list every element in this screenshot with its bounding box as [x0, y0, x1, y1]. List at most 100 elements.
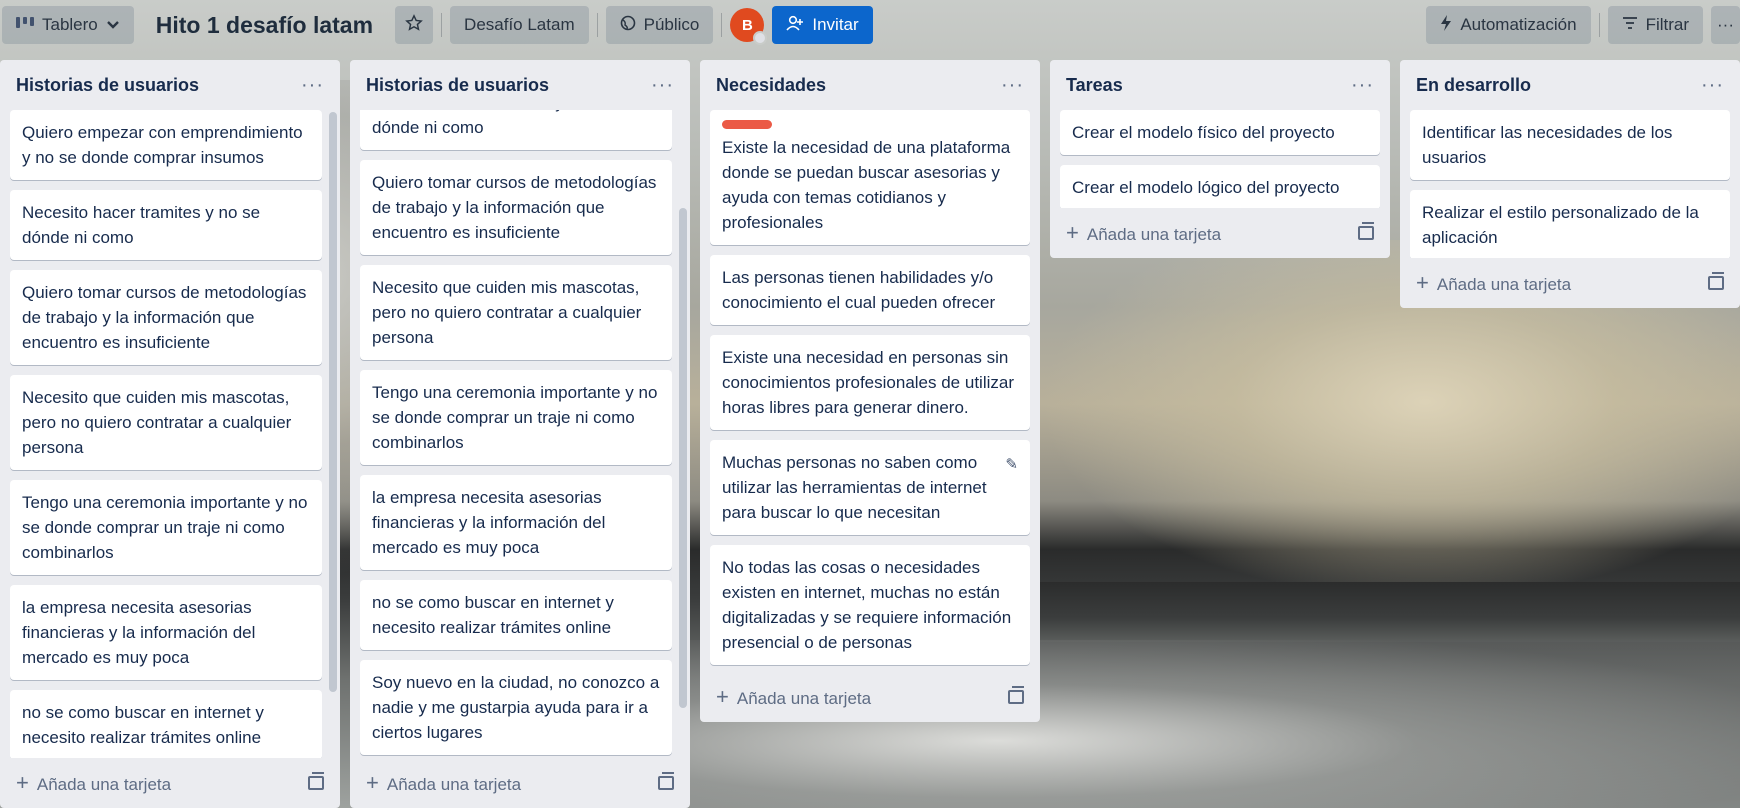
- visibility-label: Público: [643, 15, 700, 34]
- avatar-initial: B: [741, 16, 753, 34]
- invite-button[interactable]: Invitar: [772, 6, 873, 44]
- card[interactable]: Realizar el estilo personalizado de la a…: [1410, 190, 1730, 258]
- list-header: Historias de usuarios ···: [0, 60, 340, 110]
- add-card-label: Añada una tarjeta: [1086, 225, 1222, 244]
- list-header: Necesidades ···: [700, 60, 1040, 110]
- add-card-button[interactable]: + Añada una tarjeta: [700, 672, 1040, 722]
- card-template-icon[interactable]: [1708, 272, 1724, 290]
- automation-button[interactable]: Automatización: [1426, 6, 1591, 44]
- card[interactable]: Existe una necesidad en personas sin con…: [710, 335, 1030, 430]
- list-title[interactable]: Historias de usuarios: [16, 75, 199, 96]
- card[interactable]: No todas las cosas o necesidades existen…: [710, 545, 1030, 665]
- header-divider: [596, 13, 598, 37]
- card-container: Identificar las necesidades de los usuar…: [1400, 110, 1740, 258]
- card-text: Existe la necesidad de una plataforma do…: [722, 138, 1011, 232]
- show-menu-button[interactable]: ···: [1711, 6, 1740, 44]
- invite-label: Invitar: [812, 15, 859, 34]
- list-header: Historias de usuarios ···: [350, 60, 690, 110]
- card[interactable]: Quiero empezar con emprendimiento y no s…: [10, 110, 322, 180]
- list-menu-icon[interactable]: ···: [301, 75, 324, 95]
- list-menu-icon[interactable]: ···: [1001, 75, 1024, 95]
- list-title[interactable]: Historias de usuarios: [366, 75, 549, 96]
- card-template-icon[interactable]: [658, 772, 674, 790]
- card[interactable]: Existe la necesidad de una plataforma do…: [710, 110, 1030, 245]
- card[interactable]: ✎ Muchas personas no saben como utilizar…: [710, 440, 1030, 535]
- add-card-label: Añada una tarjeta: [736, 689, 872, 708]
- view-switcher-button[interactable]: Tablero: [2, 6, 134, 44]
- card-template-icon[interactable]: [1358, 222, 1374, 240]
- list-scrollbar[interactable]: [679, 208, 687, 708]
- list-scrollbar[interactable]: [329, 112, 337, 692]
- card[interactable]: Identificar las necesidades de los usuar…: [1410, 110, 1730, 180]
- pencil-icon[interactable]: ✎: [1005, 452, 1018, 477]
- board-header: Tablero Hito 1 desafío latam Desafío Lat…: [0, 0, 1740, 50]
- list-menu-icon[interactable]: ···: [1701, 75, 1724, 95]
- add-card-button[interactable]: + Añada una tarjeta: [0, 758, 340, 808]
- admin-badge-icon: [753, 31, 768, 45]
- filter-icon: [1622, 15, 1638, 35]
- plus-icon: +: [16, 770, 29, 795]
- list-en-desarrollo: En desarrollo ··· Identificar las necesi…: [1400, 60, 1740, 308]
- plus-icon: +: [1416, 270, 1429, 295]
- card[interactable]: Tengo una ceremonia importante y no se d…: [10, 480, 322, 575]
- plus-icon: +: [366, 770, 379, 795]
- add-card-button[interactable]: + Añada una tarjeta: [1050, 208, 1390, 258]
- card-container: Crear el modelo físico del proyecto Crea…: [1050, 110, 1390, 208]
- chevron-down-icon: [106, 15, 120, 35]
- card[interactable]: Tengo una ceremonia importante y no se d…: [360, 370, 672, 465]
- card-template-icon[interactable]: [1008, 686, 1024, 704]
- card-template-icon[interactable]: [308, 772, 324, 790]
- list-title[interactable]: Tareas: [1066, 75, 1123, 96]
- list-title[interactable]: Necesidades: [716, 75, 826, 96]
- add-card-label: Añada una tarjeta: [386, 775, 522, 794]
- member-avatar[interactable]: B: [730, 8, 768, 45]
- card[interactable]: Quiero tomar cursos de metodologías de t…: [10, 270, 322, 365]
- card-container: Existe la necesidad de una plataforma do…: [700, 110, 1040, 672]
- card-label-red[interactable]: [722, 120, 772, 129]
- list-tareas: Tareas ··· Crear el modelo físico del pr…: [1050, 60, 1390, 258]
- add-card-label: Añada una tarjeta: [36, 775, 172, 794]
- list-menu-icon[interactable]: ···: [651, 75, 674, 95]
- visibility-button[interactable]: Público: [605, 6, 714, 44]
- card[interactable]: no se como buscar en internet y necesito…: [10, 690, 322, 758]
- plus-icon: +: [716, 684, 729, 709]
- card-container: Necesito hacer tramites y no se dónde ni…: [350, 110, 690, 758]
- filter-button[interactable]: Filtrar: [1607, 6, 1704, 44]
- card[interactable]: Necesito hacer tramites y no se dónde ni…: [10, 190, 322, 260]
- card[interactable]: Crear el modelo lógico del proyecto: [1060, 165, 1380, 208]
- plus-icon: +: [1066, 220, 1079, 245]
- card[interactable]: Las personas tienen habilidades y/o cono…: [710, 255, 1030, 325]
- header-divider: [1598, 13, 1600, 37]
- card[interactable]: Quiero tomar cursos de metodologías de t…: [360, 160, 672, 255]
- board-view-icon: [16, 15, 34, 35]
- card[interactable]: Soy nuevo en la ciudad, no conozco a nad…: [360, 660, 672, 755]
- add-card-button[interactable]: + Añada una tarjeta: [1400, 258, 1740, 308]
- add-user-icon: [786, 15, 804, 36]
- workspace-button[interactable]: Desafío Latam: [450, 6, 589, 44]
- lightning-icon: [1440, 14, 1452, 36]
- card[interactable]: la empresa necesita asesorias financiera…: [10, 585, 322, 680]
- list-necesidades: Necesidades ··· Existe la necesidad de u…: [700, 60, 1040, 722]
- list-title[interactable]: En desarrollo: [1416, 75, 1531, 96]
- add-card-label: Añada una tarjeta: [1436, 275, 1572, 294]
- filter-label: Filtrar: [1645, 15, 1690, 34]
- card[interactable]: no se como buscar en internet y necesito…: [360, 580, 672, 650]
- list-menu-icon[interactable]: ···: [1351, 75, 1374, 95]
- card[interactable]: Necesito que cuiden mis mascotas, pero n…: [10, 375, 322, 470]
- header-divider: [441, 13, 443, 37]
- card-text: Muchas personas no saben como utilizar l…: [722, 453, 987, 522]
- card[interactable]: Crear el modelo físico del proyecto: [1060, 110, 1380, 155]
- add-card-button[interactable]: + Añada una tarjeta: [350, 758, 690, 808]
- view-switcher-label: Tablero: [42, 15, 98, 34]
- card-container: Quiero empezar con emprendimiento y no s…: [0, 110, 340, 758]
- globe-icon: [620, 15, 636, 36]
- card[interactable]: la empresa necesita asesorias financiera…: [360, 475, 672, 570]
- board-title[interactable]: Hito 1 desafío latam: [142, 12, 387, 39]
- list-header: En desarrollo ···: [1400, 60, 1740, 110]
- list-header: Tareas ···: [1050, 60, 1390, 110]
- star-button[interactable]: [395, 6, 434, 44]
- list-historias-2: Historias de usuarios ··· Necesito hacer…: [350, 60, 690, 808]
- list-historias-1: Historias de usuarios ··· Quiero empezar…: [0, 60, 340, 808]
- card[interactable]: Necesito hacer tramites y no se dónde ni…: [360, 110, 672, 150]
- card[interactable]: Necesito que cuiden mis mascotas, pero n…: [360, 265, 672, 360]
